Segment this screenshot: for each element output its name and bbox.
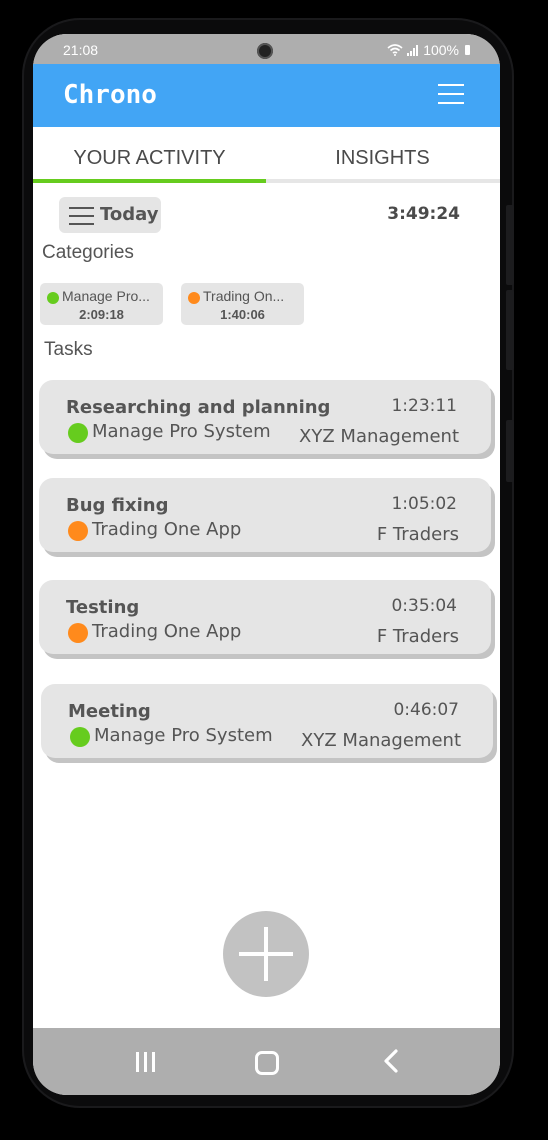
hamburger-menu-icon[interactable] [438, 84, 464, 106]
battery-icon [465, 45, 470, 55]
phone-screen: 21:08 100% Chrono YOUR ACTIVITY INSIGHTS… [33, 34, 500, 1095]
task-card[interactable]: Researching and planning Manage Pro Syst… [39, 380, 491, 454]
task-title: Testing [66, 597, 140, 618]
volume-button-lower [506, 290, 514, 370]
task-client: XYZ Management [299, 426, 459, 447]
task-time: 1:23:11 [391, 396, 457, 416]
tab-bar: YOUR ACTIVITY INSIGHTS [33, 127, 500, 183]
signal-icon [407, 44, 419, 56]
category-card[interactable]: Trading On... 1:40:06 [181, 283, 304, 325]
task-client: F Traders [376, 524, 459, 545]
task-category-dot [68, 423, 88, 443]
task-title: Bug fixing [66, 495, 169, 516]
task-category: Trading One App [92, 519, 242, 540]
task-time: 0:46:07 [393, 700, 459, 720]
tasks-heading: Tasks [44, 339, 93, 360]
front-camera [257, 43, 273, 59]
task-title: Meeting [68, 701, 151, 722]
tab-insights[interactable]: INSIGHTS [266, 127, 499, 180]
category-time: 1:40:06 [220, 307, 265, 322]
task-category: Trading One App [92, 621, 242, 642]
app-bar: Chrono [33, 64, 500, 127]
task-category-dot [70, 727, 90, 747]
status-bar: 21:08 100% [33, 34, 500, 64]
recent-apps-icon[interactable] [136, 1052, 158, 1072]
category-card[interactable]: Manage Pro... 2:09:18 [40, 283, 163, 325]
app-title: Chrono [63, 80, 157, 110]
category-color-dot [188, 292, 200, 304]
list-icon [69, 207, 94, 231]
status-time: 21:08 [63, 42, 99, 58]
task-time: 1:05:02 [391, 494, 457, 514]
status-indicators: 100% [387, 42, 470, 58]
back-icon[interactable] [379, 1048, 403, 1074]
categories-heading: Categories [42, 242, 134, 263]
category-name: Manage Pro... [62, 288, 150, 304]
category-name: Trading On... [203, 288, 285, 304]
category-color-dot [47, 292, 59, 304]
add-task-button[interactable] [223, 911, 309, 997]
task-card[interactable]: Meeting Manage Pro System 0:46:07 XYZ Ma… [41, 684, 493, 758]
task-card[interactable]: Testing Trading One App 0:35:04 F Trader… [39, 580, 491, 654]
task-category-dot [68, 623, 88, 643]
home-icon[interactable] [255, 1051, 279, 1075]
filter-label: Today [100, 204, 159, 225]
power-button [506, 420, 514, 482]
task-category: Manage Pro System [92, 421, 271, 442]
tab-your-activity[interactable]: YOUR ACTIVITY [33, 127, 266, 180]
task-client: F Traders [376, 626, 459, 647]
task-client: XYZ Management [301, 730, 461, 751]
wifi-icon [387, 44, 403, 56]
system-nav-bar [33, 1028, 500, 1095]
battery-percentage: 100% [423, 42, 459, 58]
active-tab-indicator [33, 179, 266, 183]
total-time: 3:49:24 [387, 204, 460, 224]
today-filter-button[interactable]: Today [59, 197, 161, 233]
task-category: Manage Pro System [94, 725, 273, 746]
task-time: 0:35:04 [391, 596, 457, 616]
task-category-dot [68, 521, 88, 541]
task-card[interactable]: Bug fixing Trading One App 1:05:02 F Tra… [39, 478, 491, 552]
volume-button [506, 205, 514, 285]
category-time: 2:09:18 [79, 307, 124, 322]
task-title: Researching and planning [66, 397, 331, 418]
